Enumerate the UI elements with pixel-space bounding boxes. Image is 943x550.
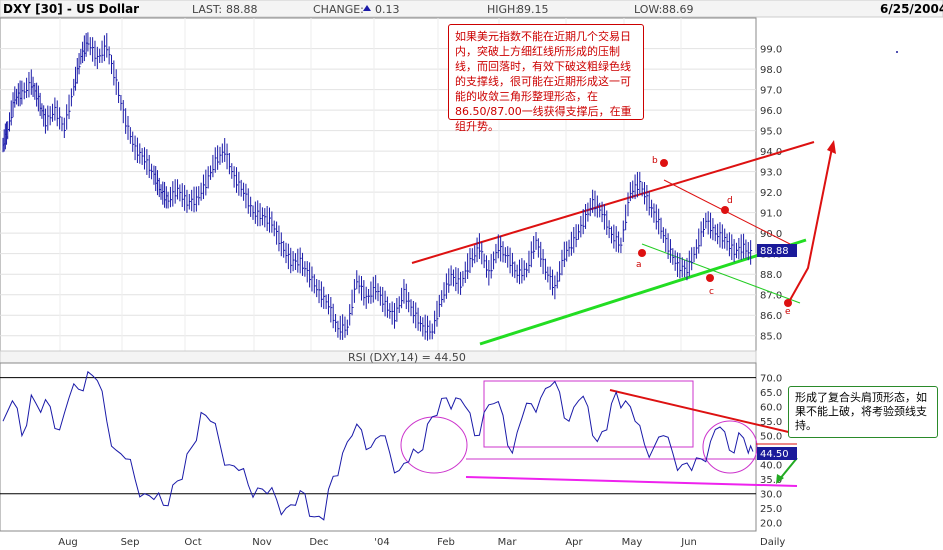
x-tick-label: Dec (309, 537, 328, 548)
rsi-header-text: RSI (DXY,14) = 44.50 (348, 351, 466, 364)
change-value: 0.13 (375, 3, 400, 16)
last-label: LAST: (192, 3, 222, 16)
low-value: 88.69 (662, 3, 694, 16)
point-b-label: b (652, 156, 658, 166)
x-tick-label: Nov (252, 537, 272, 548)
price-y-tick-label: 85.0 (760, 332, 782, 343)
price-y-tick-label: 99.0 (760, 45, 782, 56)
price-y-tick-label: 91.0 (760, 209, 782, 220)
point-e-label: e (785, 307, 791, 317)
price-y-tick-label: 96.0 (760, 106, 782, 117)
stray-dot (896, 51, 898, 53)
high-value: 89.15 (517, 3, 549, 16)
right-annotation-note: 形成了复合头肩顶形态，如果不能上破，将考验颈线支持。 (788, 386, 938, 438)
rsi-y-tick-label: 20.0 (760, 519, 782, 530)
high-label: HIGH: (487, 3, 519, 16)
top-annotation-note: 如果美元指数不能在近期几个交易日内，突破上方细红线所形成的压制线，而回落时，有效… (448, 24, 644, 133)
low-label: LOW: (634, 3, 662, 16)
symbol-title: DXY [30] - US Dollar (3, 2, 139, 16)
x-tick-label: Aug (58, 537, 78, 548)
x-tick-label: Feb (437, 537, 455, 548)
point-d-marker (721, 206, 729, 214)
rsi-y-tick-label: 65.0 (760, 388, 782, 399)
point-a-marker (638, 249, 646, 257)
forecast-arrow-path (789, 147, 833, 301)
point-a-label: a (636, 260, 642, 270)
rsi-y-tick-label: 60.0 (760, 403, 782, 414)
rsi-y-tick-label: 25.0 (760, 504, 782, 515)
point-e-marker (784, 299, 792, 307)
price-y-tick-label: 86.0 (760, 311, 782, 322)
rsi-y-tick-label: 70.0 (760, 374, 782, 385)
header-bar (0, 0, 943, 18)
x-tick-label: Oct (184, 537, 201, 548)
date-label: 6/25/2004 (880, 2, 943, 16)
point-d-label: d (727, 196, 733, 206)
price-y-tick-label: 98.0 (760, 65, 782, 76)
price-y-tick-label: 95.0 (760, 127, 782, 138)
point-c-marker (706, 274, 714, 282)
forecast-arrow-head-icon (827, 140, 836, 154)
price-y-tick-label: 93.0 (760, 168, 782, 179)
x-tick-label: Apr (565, 537, 583, 548)
price-y-tick-label: 97.0 (760, 86, 782, 97)
change-label: CHANGE: (313, 3, 364, 16)
price-y-tick-label: 88.0 (760, 270, 782, 281)
rsi-y-tick-label: 30.0 (760, 490, 782, 501)
x-tick-label: Jun (680, 537, 697, 548)
point-b-marker (660, 159, 668, 167)
price-y-tick-label: 92.0 (760, 188, 782, 199)
price-badge-text: 88.88 (760, 246, 789, 257)
last-value: 88.88 (226, 3, 258, 16)
rsi-badge-text: 44.50 (760, 449, 789, 460)
x-tick-label: Mar (498, 537, 518, 548)
point-c-label: c (709, 287, 714, 297)
rsi-y-tick-label: 50.0 (760, 432, 782, 443)
x-tick-label: May (622, 537, 643, 548)
chart-root: DXY [30] - US Dollar LAST: 88.88 CHANGE:… (0, 0, 943, 550)
rsi-y-tick-label: 40.0 (760, 461, 782, 472)
x-tick-label: '04 (374, 537, 389, 548)
price-y-axis: 85.086.087.088.089.090.091.092.093.094.0… (760, 45, 782, 343)
x-tick-label: Sep (121, 537, 140, 548)
period-label: Daily (760, 537, 785, 548)
